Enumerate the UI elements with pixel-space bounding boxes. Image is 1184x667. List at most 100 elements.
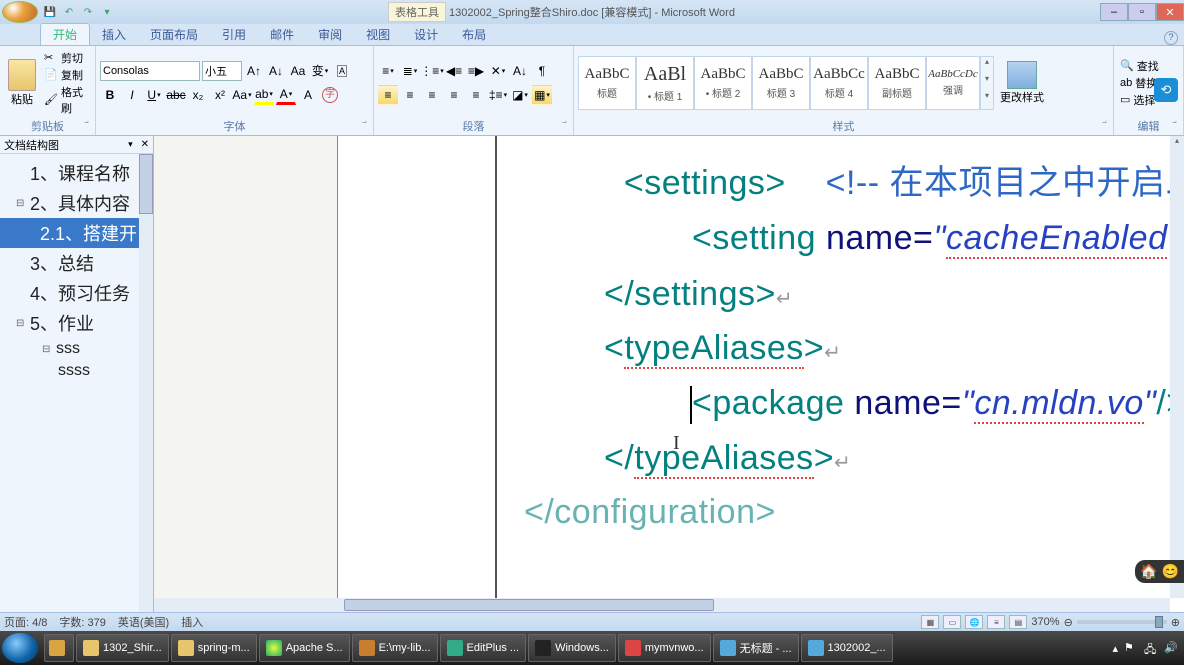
borders-button[interactable]: ▦ — [532, 85, 552, 105]
cut-button[interactable]: ✂剪切 — [42, 50, 91, 66]
font-size-input[interactable] — [202, 61, 242, 81]
vertical-scrollbar[interactable]: ▴ — [1170, 136, 1184, 598]
asian-layout-button[interactable]: ✕ — [488, 61, 508, 81]
taskbar-pin[interactable] — [44, 634, 74, 662]
styles-gallery[interactable]: AaBbC标题 AaBl• 标题 1 AaBbC• 标题 2 AaBbC标题 3… — [578, 56, 994, 110]
extension-badge[interactable]: ⟲ — [1154, 78, 1178, 102]
taskbar-item[interactable]: Apache S... — [259, 634, 350, 662]
superscript-button[interactable]: x² — [210, 85, 230, 105]
change-case-button[interactable]: 变 — [310, 61, 330, 81]
tray-flag-icon[interactable]: ⚑ — [1124, 641, 1138, 655]
change-styles-button[interactable]: 更改样式 — [996, 59, 1048, 107]
sort-button[interactable]: A↓ — [510, 61, 530, 81]
clear-format-button[interactable]: Aa — [288, 61, 308, 81]
insert-mode[interactable]: 插入 — [181, 614, 203, 630]
taskbar-item[interactable]: EditPlus ... — [440, 634, 527, 662]
zoom-level[interactable]: 370% — [1031, 616, 1059, 628]
system-tray[interactable]: ▴ ⚑ 🖧 🔊 — [1112, 641, 1182, 655]
enclose-char-button[interactable]: 字 — [320, 85, 340, 105]
outline-item[interactable]: ⊟5、作业 — [0, 308, 153, 338]
office-button[interactable] — [2, 1, 38, 23]
character-shading-button[interactable]: A — [298, 85, 318, 105]
zoom-out-button[interactable]: ⊖ — [1064, 616, 1073, 629]
tab-references[interactable]: 引用 — [210, 24, 258, 45]
multilevel-button[interactable]: ⋮≡ — [422, 61, 442, 81]
tab-home[interactable]: 开始 — [40, 23, 90, 45]
strike-button[interactable]: abc — [166, 85, 186, 105]
bullets-button[interactable]: ≡ — [378, 61, 398, 81]
tab-page-layout[interactable]: 页面布局 — [138, 24, 210, 45]
tray-volume-icon[interactable]: 🔊 — [1164, 641, 1178, 655]
align-left-button[interactable]: ≡ — [378, 85, 398, 105]
tray-up-icon[interactable]: ▴ — [1112, 642, 1118, 655]
taskbar-item[interactable]: 1302002_... — [801, 634, 893, 662]
taskbar-item[interactable]: mymvnwo... — [618, 634, 711, 662]
taskbar-item[interactable]: 1302_Shir... — [76, 634, 169, 662]
outline-scrollbar[interactable] — [139, 154, 153, 612]
minimize-button[interactable]: – — [1100, 3, 1128, 21]
horizontal-scrollbar[interactable] — [154, 598, 1170, 612]
subscript-button[interactable]: x₂ — [188, 85, 208, 105]
maximize-button[interactable]: ▫ — [1128, 3, 1156, 21]
style-item[interactable]: AaBbCc标题 4 — [810, 56, 868, 110]
style-item[interactable]: AaBbC• 标题 2 — [694, 56, 752, 110]
close-button[interactable]: ✕ — [1156, 3, 1184, 21]
align-right-button[interactable]: ≡ — [422, 85, 442, 105]
tab-insert[interactable]: 插入 — [90, 24, 138, 45]
numbering-button[interactable]: ≣ — [400, 61, 420, 81]
shading-button[interactable]: ◪ — [510, 85, 530, 105]
font-name-input[interactable] — [100, 61, 200, 81]
highlight-button[interactable]: ab — [254, 85, 274, 105]
grow-font-button[interactable]: A↑ — [244, 61, 264, 81]
outline-item[interactable]: 2.1、搭建开 — [0, 218, 153, 248]
align-center-button[interactable]: ≡ — [400, 85, 420, 105]
copy-button[interactable]: 📄复制 — [42, 67, 91, 83]
outline-item[interactable]: 1、课程名称 — [0, 158, 153, 188]
increase-indent-button[interactable]: ≡▶ — [466, 61, 486, 81]
style-item[interactable]: AaBbC标题 3 — [752, 56, 810, 110]
outline-item[interactable]: ⊟2、具体内容 — [0, 188, 153, 218]
style-scroll[interactable]: ▴▾▾ — [980, 56, 994, 110]
word-count[interactable]: 字数: 379 — [59, 614, 105, 630]
help-icon[interactable]: ? — [1164, 31, 1178, 45]
format-painter-button[interactable]: 🖌格式刷 — [42, 84, 91, 116]
redo-icon[interactable]: ↷ — [80, 4, 96, 20]
start-button[interactable] — [2, 633, 38, 663]
outline-item[interactable]: 3、总结 — [0, 248, 153, 278]
show-marks-button[interactable]: ¶ — [532, 61, 552, 81]
bold-button[interactable]: B — [100, 85, 120, 105]
paste-button[interactable]: 粘贴 — [4, 57, 40, 109]
page-indicator[interactable]: 页面: 4/8 — [4, 614, 47, 630]
tray-network-icon[interactable]: 🖧 — [1144, 641, 1158, 655]
tab-design[interactable]: 设计 — [402, 24, 450, 45]
find-button[interactable]: 🔍查找 — [1118, 58, 1161, 74]
view-print-layout[interactable]: ▦ — [921, 615, 939, 629]
tab-view[interactable]: 视图 — [354, 24, 402, 45]
outline-item[interactable]: ⊟sss — [0, 338, 153, 360]
style-item[interactable]: AaBl• 标题 1 — [636, 56, 694, 110]
outline-dropdown-icon[interactable]: ▾ — [128, 139, 133, 150]
document-content[interactable]: <settings> <!-- 在本项目之中开启二 <setting name=… — [504, 136, 1184, 612]
text-effect-button[interactable]: Aa — [232, 85, 252, 105]
taskbar-item[interactable]: spring-m... — [171, 634, 257, 662]
view-draft[interactable]: ▤ — [1009, 615, 1027, 629]
taskbar-item[interactable]: E:\my-lib... — [352, 634, 438, 662]
taskbar-item[interactable]: 无标题 - ... — [713, 634, 799, 662]
font-color-button[interactable]: A — [276, 85, 296, 105]
style-item[interactable]: AaBbCcDc强调 — [926, 56, 980, 110]
view-outline[interactable]: ≡ — [987, 615, 1005, 629]
italic-button[interactable]: I — [122, 85, 142, 105]
outline-close-icon[interactable]: ✕ — [141, 139, 149, 150]
language-indicator[interactable]: 英语(美国) — [118, 614, 169, 630]
view-full-screen[interactable]: ▭ — [943, 615, 961, 629]
distribute-button[interactable]: ≡ — [466, 85, 486, 105]
tab-layout[interactable]: 布局 — [450, 24, 498, 45]
outline-item[interactable]: 4、预习任务 — [0, 278, 153, 308]
line-spacing-button[interactable]: ‡≡ — [488, 85, 508, 105]
view-web[interactable]: 🌐 — [965, 615, 983, 629]
shrink-font-button[interactable]: A↓ — [266, 61, 286, 81]
emoji-widget[interactable]: 🏠 😊 — [1135, 560, 1184, 583]
undo-icon[interactable]: ↶ — [61, 4, 77, 20]
justify-button[interactable]: ≡ — [444, 85, 464, 105]
style-item[interactable]: AaBbC标题 — [578, 56, 636, 110]
